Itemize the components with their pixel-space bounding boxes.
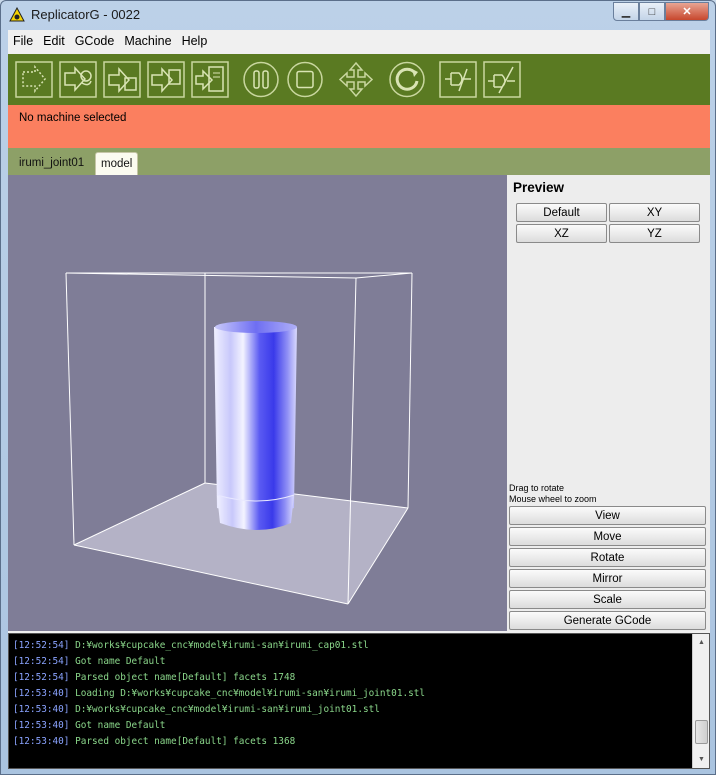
menu-machine[interactable]: Machine xyxy=(119,34,176,48)
maximize-icon: □ xyxy=(648,5,656,18)
build-to-file-button[interactable] xyxy=(147,61,185,98)
file-from-sd-icon xyxy=(191,61,229,98)
preview-panel: Preview Default XY XZ YZ Drag to rotate … xyxy=(507,175,710,631)
tab-bar: irumi_joint01 model xyxy=(8,148,710,175)
view-button[interactable]: View xyxy=(509,506,706,525)
log-message: Parsed object name[Default] facets 1748 xyxy=(75,672,296,683)
model-cylinder xyxy=(214,321,297,530)
maximize-button[interactable]: □ xyxy=(639,2,665,21)
reset-icon xyxy=(389,61,425,98)
log-timestamp: [12:53:40] xyxy=(13,688,70,699)
log-message: Got name Default xyxy=(75,720,166,731)
scale-button[interactable]: Scale xyxy=(509,590,706,609)
console-log: [12:52:54] D:¥works¥cupcake_cnc¥model¥ir… xyxy=(8,633,710,769)
build-from-file-icon xyxy=(59,61,97,98)
log-message: D:¥works¥cupcake_cnc¥model¥irumi-san¥iru… xyxy=(75,704,380,715)
menu-help[interactable]: Help xyxy=(177,34,213,48)
upload-button[interactable] xyxy=(103,61,141,98)
pause-button[interactable] xyxy=(242,61,280,98)
scroll-up-icon[interactable]: ▲ xyxy=(695,636,708,649)
hint-rotate: Drag to rotate xyxy=(509,483,565,493)
scroll-thumb[interactable] xyxy=(695,720,708,744)
log-message: D:¥works¥cupcake_cnc¥model¥irumi-san¥iru… xyxy=(75,640,369,651)
app-logo-icon xyxy=(9,7,25,22)
client-area: File Edit GCode Machine Help No machine … xyxy=(8,30,710,769)
model-scene xyxy=(65,272,413,605)
build-from-file-button[interactable] xyxy=(59,61,97,98)
title-bar[interactable]: ReplicatorG - 0022 ▁ □ ✕ xyxy=(1,1,715,29)
minimize-icon: ▁ xyxy=(621,6,631,18)
upload-icon xyxy=(103,61,141,98)
log-timestamp: [12:52:54] xyxy=(13,672,70,683)
log-message: Loading D:¥works¥cupcake_cnc¥model¥irumi… xyxy=(75,688,426,699)
3d-preview-viewport[interactable] xyxy=(8,175,507,631)
build-to-file-icon xyxy=(147,61,185,98)
stop-icon xyxy=(287,61,323,98)
console-lines: [12:52:54] D:¥works¥cupcake_cnc¥model¥ir… xyxy=(13,638,689,750)
log-timestamp: [12:53:40] xyxy=(13,736,70,747)
log-message: Parsed object name[Default] facets 1368 xyxy=(75,736,296,747)
menu-bar: File Edit GCode Machine Help xyxy=(8,30,710,51)
rotate-button[interactable]: Rotate xyxy=(509,548,706,567)
window-title: ReplicatorG - 0022 xyxy=(31,7,141,22)
log-message: Got name Default xyxy=(75,656,166,667)
minimize-button[interactable]: ▁ xyxy=(613,2,639,21)
scroll-down-icon[interactable]: ▼ xyxy=(695,753,708,766)
menu-file[interactable]: File xyxy=(8,34,38,48)
file-from-sd-button[interactable] xyxy=(191,61,229,98)
mirror-button[interactable]: Mirror xyxy=(509,569,706,588)
view-xz-button[interactable]: XZ xyxy=(516,224,607,243)
status-bar: No machine selected xyxy=(8,105,710,148)
disconnect-icon xyxy=(483,61,521,98)
log-line: [12:52:54] Got name Default xyxy=(13,654,689,670)
log-line: [12:52:54] Parsed object name[Default] f… xyxy=(13,670,689,686)
log-timestamp: [12:53:40] xyxy=(13,704,70,715)
generate-gcode-button[interactable]: Generate GCode xyxy=(509,611,706,630)
console-scrollbar[interactable]: ▲ ▼ xyxy=(692,634,709,768)
log-timestamp: [12:52:54] xyxy=(13,640,70,651)
reset-button[interactable] xyxy=(388,61,426,98)
pause-icon xyxy=(243,61,279,98)
stop-button[interactable] xyxy=(286,61,324,98)
tab-model[interactable]: model xyxy=(95,152,139,175)
build-button[interactable] xyxy=(15,61,53,98)
connect-icon xyxy=(439,61,477,98)
toolbar xyxy=(8,54,710,105)
tab-irumi-joint01[interactable]: irumi_joint01 xyxy=(14,152,89,175)
log-line: [12:53:40] D:¥works¥cupcake_cnc¥model¥ir… xyxy=(13,702,689,718)
log-timestamp: [12:52:54] xyxy=(13,656,70,667)
view-xy-button[interactable]: XY xyxy=(609,203,700,222)
preview-title: Preview xyxy=(513,180,565,195)
close-button[interactable]: ✕ xyxy=(665,2,709,21)
move-button[interactable]: Move xyxy=(509,527,706,546)
control-panel-icon xyxy=(338,61,374,98)
menu-edit[interactable]: Edit xyxy=(38,34,70,48)
build-icon xyxy=(15,61,53,98)
menu-gcode[interactable]: GCode xyxy=(70,34,120,48)
view-default-button[interactable]: Default xyxy=(516,203,607,222)
log-line: [12:53:40] Parsed object name[Default] f… xyxy=(13,734,689,750)
disconnect-button[interactable] xyxy=(483,61,521,98)
log-line: [12:52:54] D:¥works¥cupcake_cnc¥model¥ir… xyxy=(13,638,689,654)
connect-button[interactable] xyxy=(439,61,477,98)
hint-zoom: Mouse wheel to zoom xyxy=(509,494,597,504)
view-yz-button[interactable]: YZ xyxy=(609,224,700,243)
log-line: [12:53:40] Got name Default xyxy=(13,718,689,734)
close-icon: ✕ xyxy=(682,6,692,18)
log-timestamp: [12:53:40] xyxy=(13,720,70,731)
status-text: No machine selected xyxy=(19,112,127,124)
control-panel-button[interactable] xyxy=(337,61,375,98)
app-window: ReplicatorG - 0022 ▁ □ ✕ File Edit GCode… xyxy=(0,0,716,775)
log-line: [12:53:40] Loading D:¥works¥cupcake_cnc¥… xyxy=(13,686,689,702)
